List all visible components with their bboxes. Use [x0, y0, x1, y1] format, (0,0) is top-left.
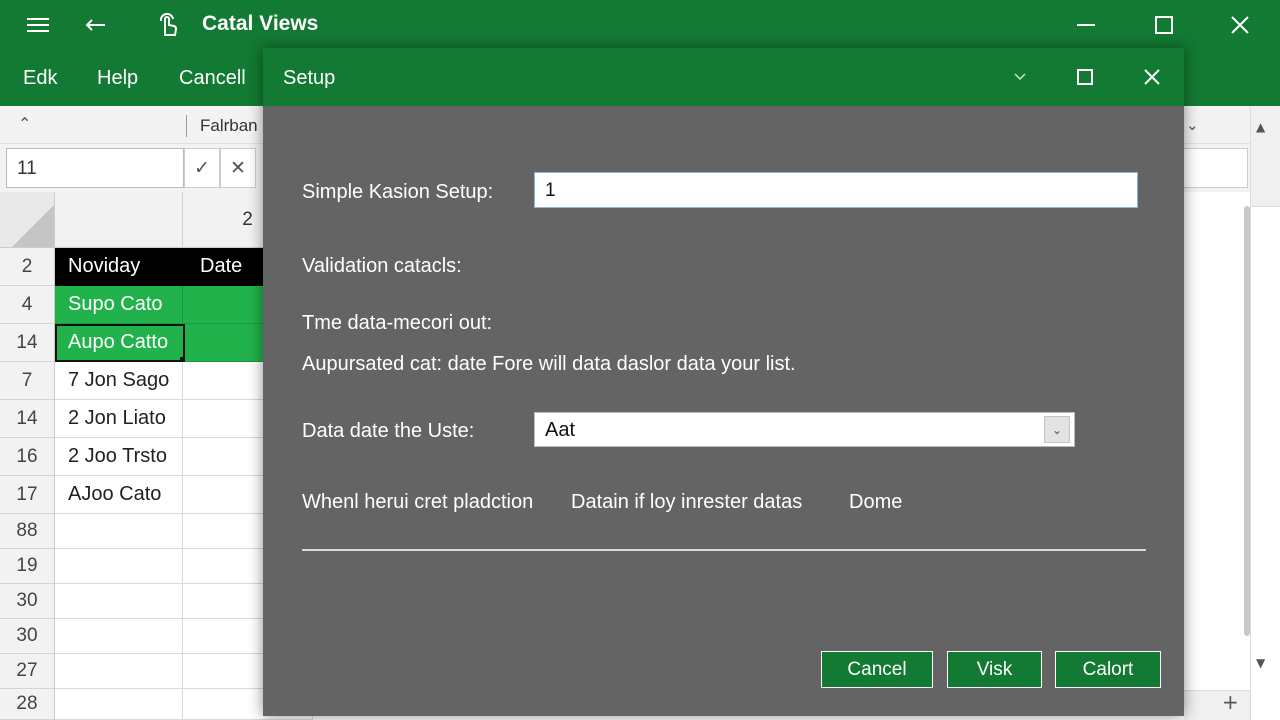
table-cell[interactable]: 2 Jon Liato — [55, 400, 183, 438]
time-label: Tme data-mecori out: — [302, 312, 493, 334]
option-done[interactable]: Dome — [849, 491, 902, 514]
setup-dialog: Setup Simple Kasion Setup: 1 Validation … — [263, 48, 1184, 716]
scrollbar-track[interactable] — [1251, 206, 1280, 720]
table-cell[interactable]: 2 Joo Trsto — [55, 438, 183, 476]
chevron-down-icon[interactable]: ⌄ — [1186, 116, 1199, 134]
dialog-maximize-icon[interactable] — [1069, 61, 1101, 93]
row-number[interactable]: 2 — [0, 248, 55, 286]
scroll-down-arrow-icon[interactable]: ▼ — [1256, 656, 1265, 670]
cancel-entry-icon[interactable]: ✕ — [220, 148, 256, 188]
dialog-header: Setup — [263, 48, 1184, 106]
table-cell[interactable] — [55, 619, 183, 654]
vertical-scrollbar[interactable] — [1250, 106, 1280, 720]
table-cell[interactable]: Noviday — [55, 248, 183, 286]
table-cell[interactable] — [55, 549, 183, 584]
option-prediction[interactable]: Whenl herui cret pladction — [302, 491, 533, 514]
hamburger-menu-icon[interactable] — [18, 8, 58, 42]
select-all-corner[interactable] — [0, 192, 55, 248]
table-cell[interactable]: 7 Jon Sago — [55, 362, 183, 400]
dialog-title: Setup — [283, 67, 336, 89]
ribbon-separator — [186, 115, 187, 137]
row-number[interactable]: 7 — [0, 362, 55, 400]
table-cell[interactable] — [55, 584, 183, 619]
confirm-entry-icon[interactable]: ✓ — [184, 148, 220, 188]
row-number[interactable]: 19 — [0, 549, 55, 584]
row-number[interactable]: 88 — [0, 514, 55, 549]
app-title: Catal Views — [202, 12, 319, 35]
setup-input[interactable]: 1 — [534, 172, 1138, 208]
menu-item-cancel[interactable]: Cancell — [179, 67, 246, 90]
row-number[interactable]: 30 — [0, 619, 55, 654]
row-number[interactable]: 30 — [0, 584, 55, 619]
table-cell[interactable] — [55, 654, 183, 689]
data-date-select[interactable]: Aat ⌄ — [534, 412, 1075, 447]
table-cell[interactable] — [55, 514, 183, 549]
table-cell[interactable]: AJoo Cato — [55, 476, 183, 514]
horizontal-scrollbar[interactable] — [1184, 690, 1250, 720]
row-number[interactable]: 14 — [0, 324, 55, 362]
scroll-up-arrow-icon[interactable]: ▲ — [1256, 120, 1265, 134]
validation-label: Validation catacls: — [302, 255, 462, 277]
scrollbar-thumb[interactable] — [1244, 206, 1250, 636]
row-number[interactable]: 14 — [0, 400, 55, 438]
chevron-down-icon[interactable]: ⌄ — [1044, 416, 1070, 443]
data-date-label: Data date the Uste: — [302, 420, 475, 442]
name-box[interactable]: 11 — [6, 148, 184, 188]
dialog-collapse-icon[interactable] — [1004, 61, 1036, 93]
row-number[interactable]: 16 — [0, 438, 55, 476]
data-date-select-value: Aat — [545, 419, 576, 441]
menu-item-help[interactable]: Help — [97, 67, 138, 90]
table-cell[interactable] — [55, 689, 183, 720]
title-bar: Catal Views — [0, 0, 1280, 50]
option-interest-data[interactable]: Datain if loy inrester datas — [571, 491, 802, 514]
add-sheet-icon[interactable]: + — [1222, 690, 1239, 714]
touch-pointer-icon[interactable] — [148, 8, 188, 42]
font-name-box[interactable]: Falrban — [200, 116, 258, 136]
active-cell[interactable]: Aupo Catto — [55, 324, 185, 362]
dialog-close-icon[interactable] — [1136, 61, 1168, 93]
divider — [302, 549, 1146, 551]
row-number[interactable]: 4 — [0, 286, 55, 324]
menu-item-edit[interactable]: Edk — [23, 67, 57, 90]
setup-label: Simple Kasion Setup: — [302, 181, 494, 203]
back-arrow-icon[interactable] — [76, 8, 116, 42]
table-cell[interactable]: Supo Cato — [55, 286, 183, 324]
minimize-icon[interactable] — [1066, 8, 1106, 42]
row-number[interactable]: 27 — [0, 654, 55, 689]
maximize-icon[interactable] — [1144, 8, 1184, 42]
column-header-a[interactable] — [55, 192, 183, 248]
cancel-button[interactable]: Cancel — [821, 651, 933, 688]
calort-button[interactable]: Calort — [1055, 651, 1161, 688]
description-text: Aupursated cat: date Fore will data dasl… — [302, 353, 796, 375]
collapse-ribbon-icon[interactable]: ⌃ — [18, 114, 31, 133]
visk-button[interactable]: Visk — [947, 651, 1042, 688]
row-number[interactable]: 28 — [0, 689, 55, 720]
row-number[interactable]: 17 — [0, 476, 55, 514]
close-icon[interactable] — [1220, 8, 1260, 42]
formula-input[interactable] — [1184, 148, 1248, 188]
